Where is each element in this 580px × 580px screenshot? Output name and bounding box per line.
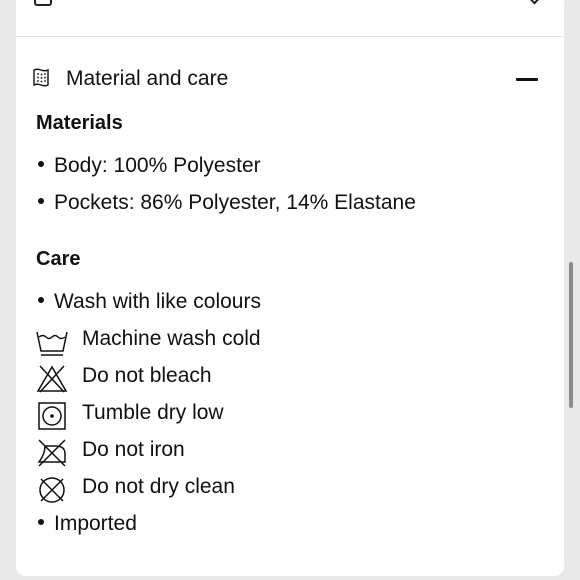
material-text: Pockets: 86% Polyester, 14% Elastane — [54, 191, 416, 214]
care-instruction: Tumble dry low — [36, 401, 336, 431]
care-instruction: Do not iron — [36, 438, 336, 468]
product-details-card: Material and care Materials Body: 100% P… — [16, 0, 564, 576]
care-text: Imported — [54, 512, 137, 535]
machine-wash-cold-icon — [36, 331, 68, 356]
previous-section-icon — [34, 0, 52, 6]
materials-heading: Materials — [36, 112, 123, 134]
do-not-iron-icon — [37, 439, 66, 467]
care-instruction: Do not dry clean — [36, 475, 336, 505]
minus-icon[interactable] — [516, 78, 538, 81]
bullet-icon — [38, 198, 44, 205]
care-label: Machine wash cold — [82, 327, 261, 350]
care-heading: Care — [36, 248, 81, 270]
care-instruction: Do not bleach — [36, 364, 336, 394]
material-and-care-header[interactable]: Material and care — [16, 52, 564, 106]
tumble-dry-low-icon — [38, 402, 66, 430]
material-text: Body: 100% Polyester — [54, 154, 261, 177]
care-instruction: Machine wash cold — [36, 327, 336, 357]
care-label: Tumble dry low — [82, 401, 224, 424]
section-title: Material and care — [66, 67, 229, 90]
bullet-icon — [38, 297, 44, 304]
chevron-icon — [529, 0, 540, 5]
bullet-icon — [38, 161, 44, 168]
do-not-dry-clean-icon — [39, 477, 65, 503]
bullet-icon — [38, 519, 44, 526]
list-item: Imported — [36, 512, 137, 542]
care-label: Do not dry clean — [82, 475, 235, 498]
list-item: Pockets: 86% Polyester, 14% Elastane — [36, 191, 416, 221]
care-text: Wash with like colours — [54, 290, 261, 313]
do-not-bleach-icon — [36, 365, 68, 393]
fabric-swatch-icon — [33, 68, 49, 87]
list-item: Body: 100% Polyester — [36, 154, 261, 184]
care-label: Do not iron — [82, 438, 185, 461]
scrollbar[interactable] — [569, 262, 573, 408]
care-label: Do not bleach — [82, 364, 212, 387]
list-item: Wash with like colours — [36, 290, 261, 320]
previous-section-row[interactable] — [16, 0, 564, 37]
